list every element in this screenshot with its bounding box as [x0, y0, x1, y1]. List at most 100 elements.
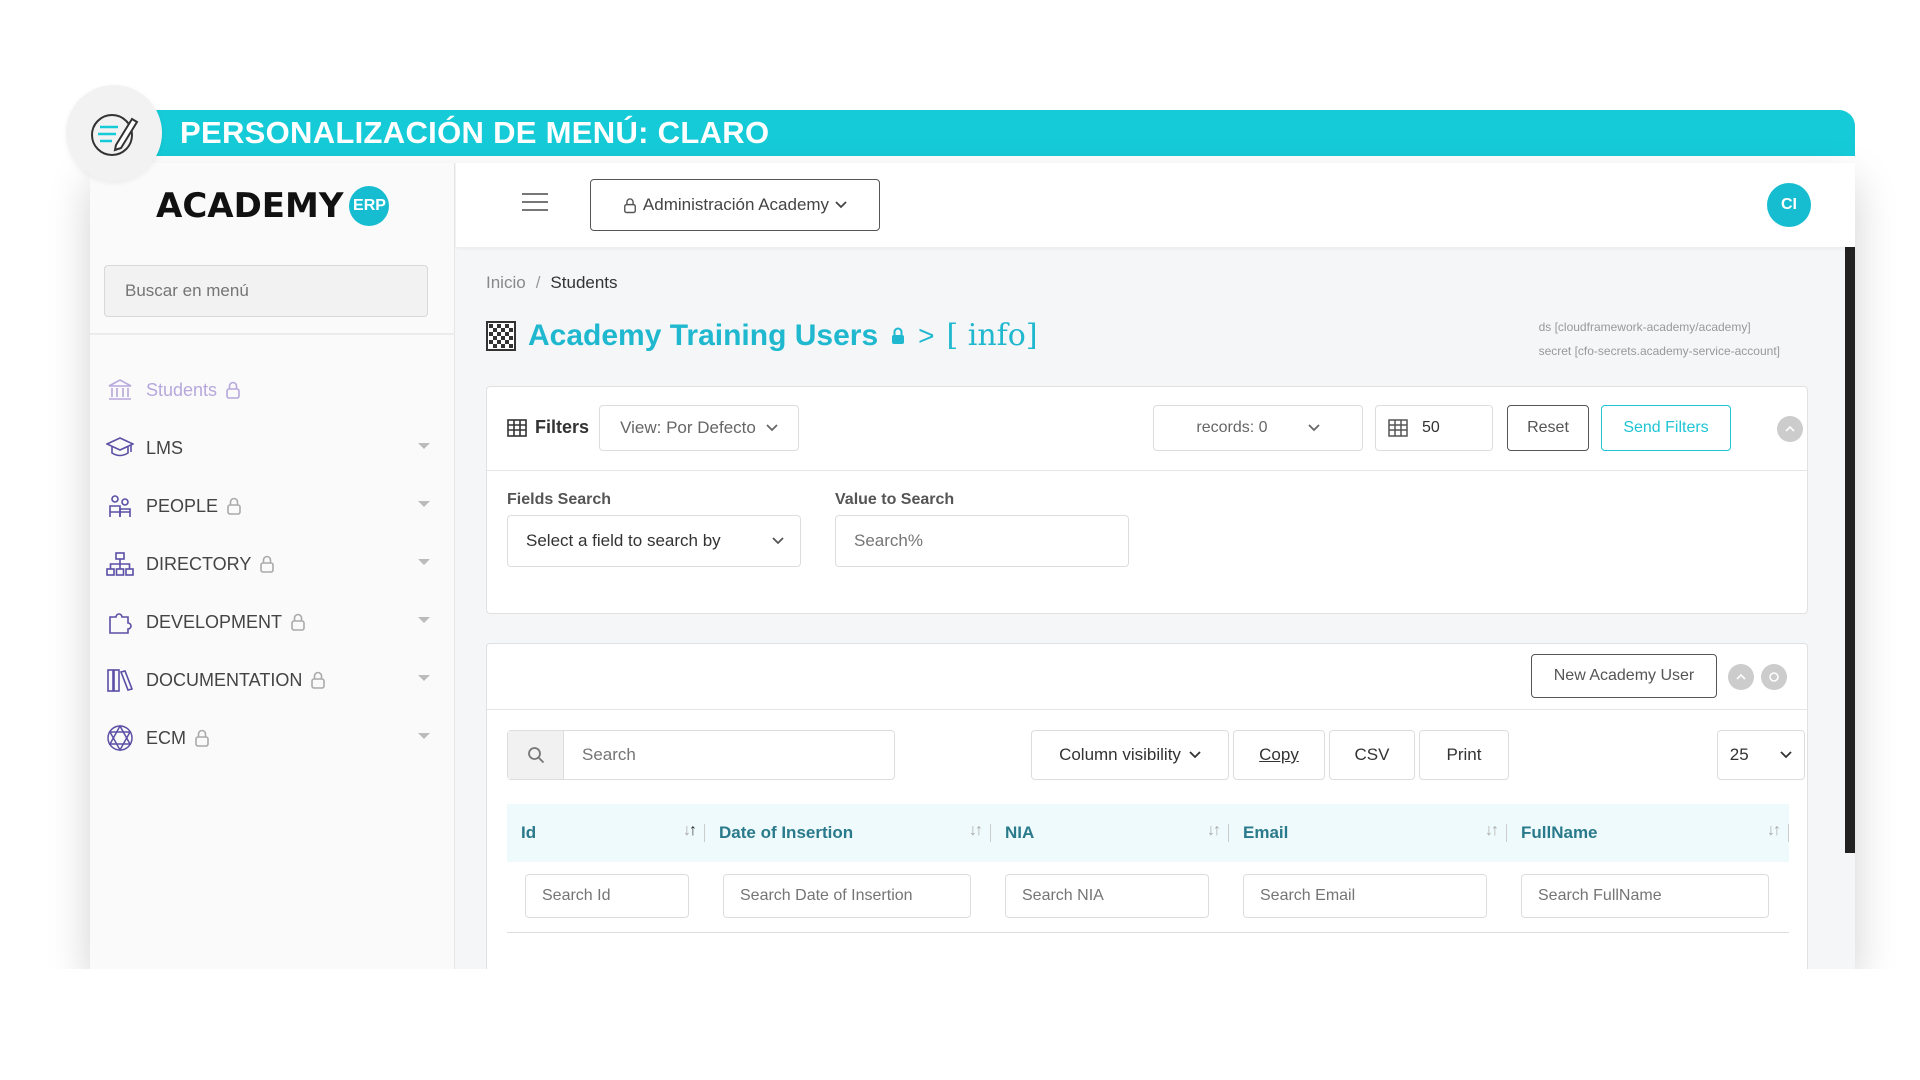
copy-button[interactable]: Copy — [1233, 730, 1325, 780]
search-nia-input[interactable] — [1005, 874, 1209, 918]
collapse-filters-button[interactable] — [1777, 416, 1803, 442]
records-value: records: 0 — [1196, 419, 1268, 436]
records-select[interactable]: records: 0 — [1153, 405, 1363, 451]
chevron-down-icon — [418, 501, 430, 507]
filters-card: Filters View: Por Defecto records: 0 50 … — [486, 386, 1808, 614]
window-bottom-edge — [0, 969, 1920, 1080]
value-search-input[interactable] — [835, 515, 1129, 567]
edit-list-icon — [91, 114, 139, 156]
sort-icon: ↓↑ — [1485, 822, 1499, 839]
admin-dropdown[interactable]: Administración Academy — [590, 179, 880, 231]
column-divider — [1788, 824, 1789, 842]
fields-search-select[interactable]: Select a field to search by — [507, 515, 801, 567]
page-size-input[interactable]: 50 — [1375, 405, 1493, 451]
column-header-email[interactable]: Email ↓↑ — [1229, 804, 1507, 862]
chevron-down-icon — [772, 537, 784, 545]
page-title: Academy Training Users — [528, 318, 879, 352]
lock-icon — [226, 497, 242, 515]
lock-icon — [194, 729, 210, 747]
page-length-value: 25 — [1729, 745, 1749, 764]
hamburger-menu-icon[interactable] — [522, 193, 548, 211]
fields-search-value: Select a field to search by — [526, 531, 721, 550]
sitemap-icon — [104, 548, 136, 580]
edit-list-badge — [66, 85, 162, 181]
sidebar: ACADEMY ERP Students LMS — [90, 163, 455, 969]
table-icon — [507, 418, 527, 437]
send-filters-button[interactable]: Send Filters — [1601, 405, 1731, 451]
logo[interactable]: ACADEMY ERP — [156, 181, 390, 231]
sidebar-item-students[interactable]: Students — [104, 361, 440, 419]
column-header-id[interactable]: Id ↓↑ — [507, 804, 705, 862]
sidebar-item-people[interactable]: PEOPLE — [104, 477, 440, 535]
table-card-header: New Academy User — [487, 644, 1807, 710]
search-fullname-input[interactable] — [1521, 874, 1769, 918]
ds-text: ds [cloudframework-academy/academy] — [1538, 320, 1751, 334]
chevron-down-icon — [418, 443, 430, 449]
collapse-table-button[interactable] — [1728, 664, 1754, 690]
sort-icon: ↓↑ — [1767, 822, 1781, 839]
chevron-down-icon — [418, 617, 430, 623]
section-banner: PERSONALIZACIÓN DE MENÚ: CLARO — [90, 110, 1855, 156]
search-date-of-insertion-input[interactable] — [723, 874, 971, 918]
screenshot-canvas: PERSONALIZACIÓN DE MENÚ: CLARO ACADEMY E… — [0, 0, 1920, 1080]
breadcrumb-home[interactable]: Inicio — [486, 273, 526, 292]
chevron-down-icon — [418, 675, 430, 681]
search-icon — [508, 731, 564, 779]
sidebar-item-ecm[interactable]: ECM — [104, 709, 440, 767]
expand-icon — [1769, 672, 1779, 682]
sidebar-item-label: PEOPLE — [146, 495, 219, 516]
filters-label: Filters — [507, 417, 589, 438]
sidebar-item-directory[interactable]: DIRECTORY — [104, 535, 440, 593]
table-header: Id ↓↑ Date of Insertion ↓↑ NIA ↓↑ Email … — [507, 804, 1789, 862]
chevron-down-icon — [766, 424, 778, 432]
lock-icon — [259, 555, 275, 573]
sidebar-item-label: DOCUMENTATION — [146, 669, 303, 690]
sidebar-item-label: LMS — [146, 437, 184, 458]
people-icon — [104, 490, 136, 522]
chevron-down-icon — [418, 733, 430, 739]
admin-dropdown-label: Administración Academy — [642, 195, 830, 214]
menu-search-input[interactable] — [104, 265, 428, 317]
sidebar-item-label: Students — [146, 379, 218, 400]
logo-text: ACADEMY — [156, 186, 344, 226]
secret-text: secret [cfo-secrets.academy-service-acco… — [1538, 344, 1780, 358]
view-select-value: View: Por Defecto — [620, 418, 756, 437]
lock-icon — [623, 197, 636, 213]
csv-button[interactable]: CSV — [1329, 730, 1415, 780]
column-header-nia[interactable]: NIA ↓↑ — [991, 804, 1229, 862]
expand-table-button[interactable] — [1761, 664, 1787, 690]
page-size-value: 50 — [1422, 419, 1440, 436]
breadcrumb-separator: / — [535, 273, 541, 292]
puzzle-icon — [104, 606, 136, 638]
graduation-cap-icon — [104, 432, 136, 464]
reset-button[interactable]: Reset — [1507, 405, 1589, 451]
user-avatar[interactable]: CI — [1767, 183, 1811, 227]
sidebar-item-development[interactable]: DEVELOPMENT — [104, 593, 440, 651]
column-header-label: Email — [1243, 823, 1289, 842]
sidebar-item-label: DIRECTORY — [146, 553, 252, 574]
column-visibility-button[interactable]: Column visibility — [1031, 730, 1229, 780]
breadcrumb: Inicio / Students — [486, 273, 618, 293]
sidebar-item-documentation[interactable]: DOCUMENTATION — [104, 651, 440, 709]
new-academy-user-button[interactable]: New Academy User — [1531, 654, 1717, 698]
page-length-select[interactable]: 25 — [1717, 730, 1805, 780]
table-search-input[interactable] — [564, 731, 894, 779]
topbar: Administración Academy CI — [456, 163, 1855, 247]
chevron-down-icon — [835, 201, 847, 209]
print-button[interactable]: Print — [1419, 730, 1509, 780]
sort-icon: ↓↑ — [969, 822, 983, 839]
info-link[interactable]: [ info] — [947, 318, 1038, 353]
chevron-down-icon — [1189, 751, 1201, 759]
sidebar-item-lms[interactable]: LMS — [104, 419, 440, 477]
sort-asc-icon: ↓↑ — [683, 822, 697, 839]
chevron-down-icon — [1307, 424, 1320, 432]
column-header-date-of-insertion[interactable]: Date of Insertion ↓↑ — [705, 804, 991, 862]
search-email-input[interactable] — [1243, 874, 1487, 918]
view-select[interactable]: View: Por Defecto — [599, 405, 799, 451]
column-header-fullname[interactable]: FullName ↓↑ — [1507, 804, 1789, 862]
search-id-input[interactable] — [525, 874, 689, 918]
column-visibility-label: Column visibility — [1059, 745, 1181, 764]
value-search-label: Value to Search — [835, 491, 955, 508]
window-scrollbar[interactable] — [1845, 163, 1855, 853]
table-card: New Academy User Column visibility Copy … — [486, 643, 1808, 973]
